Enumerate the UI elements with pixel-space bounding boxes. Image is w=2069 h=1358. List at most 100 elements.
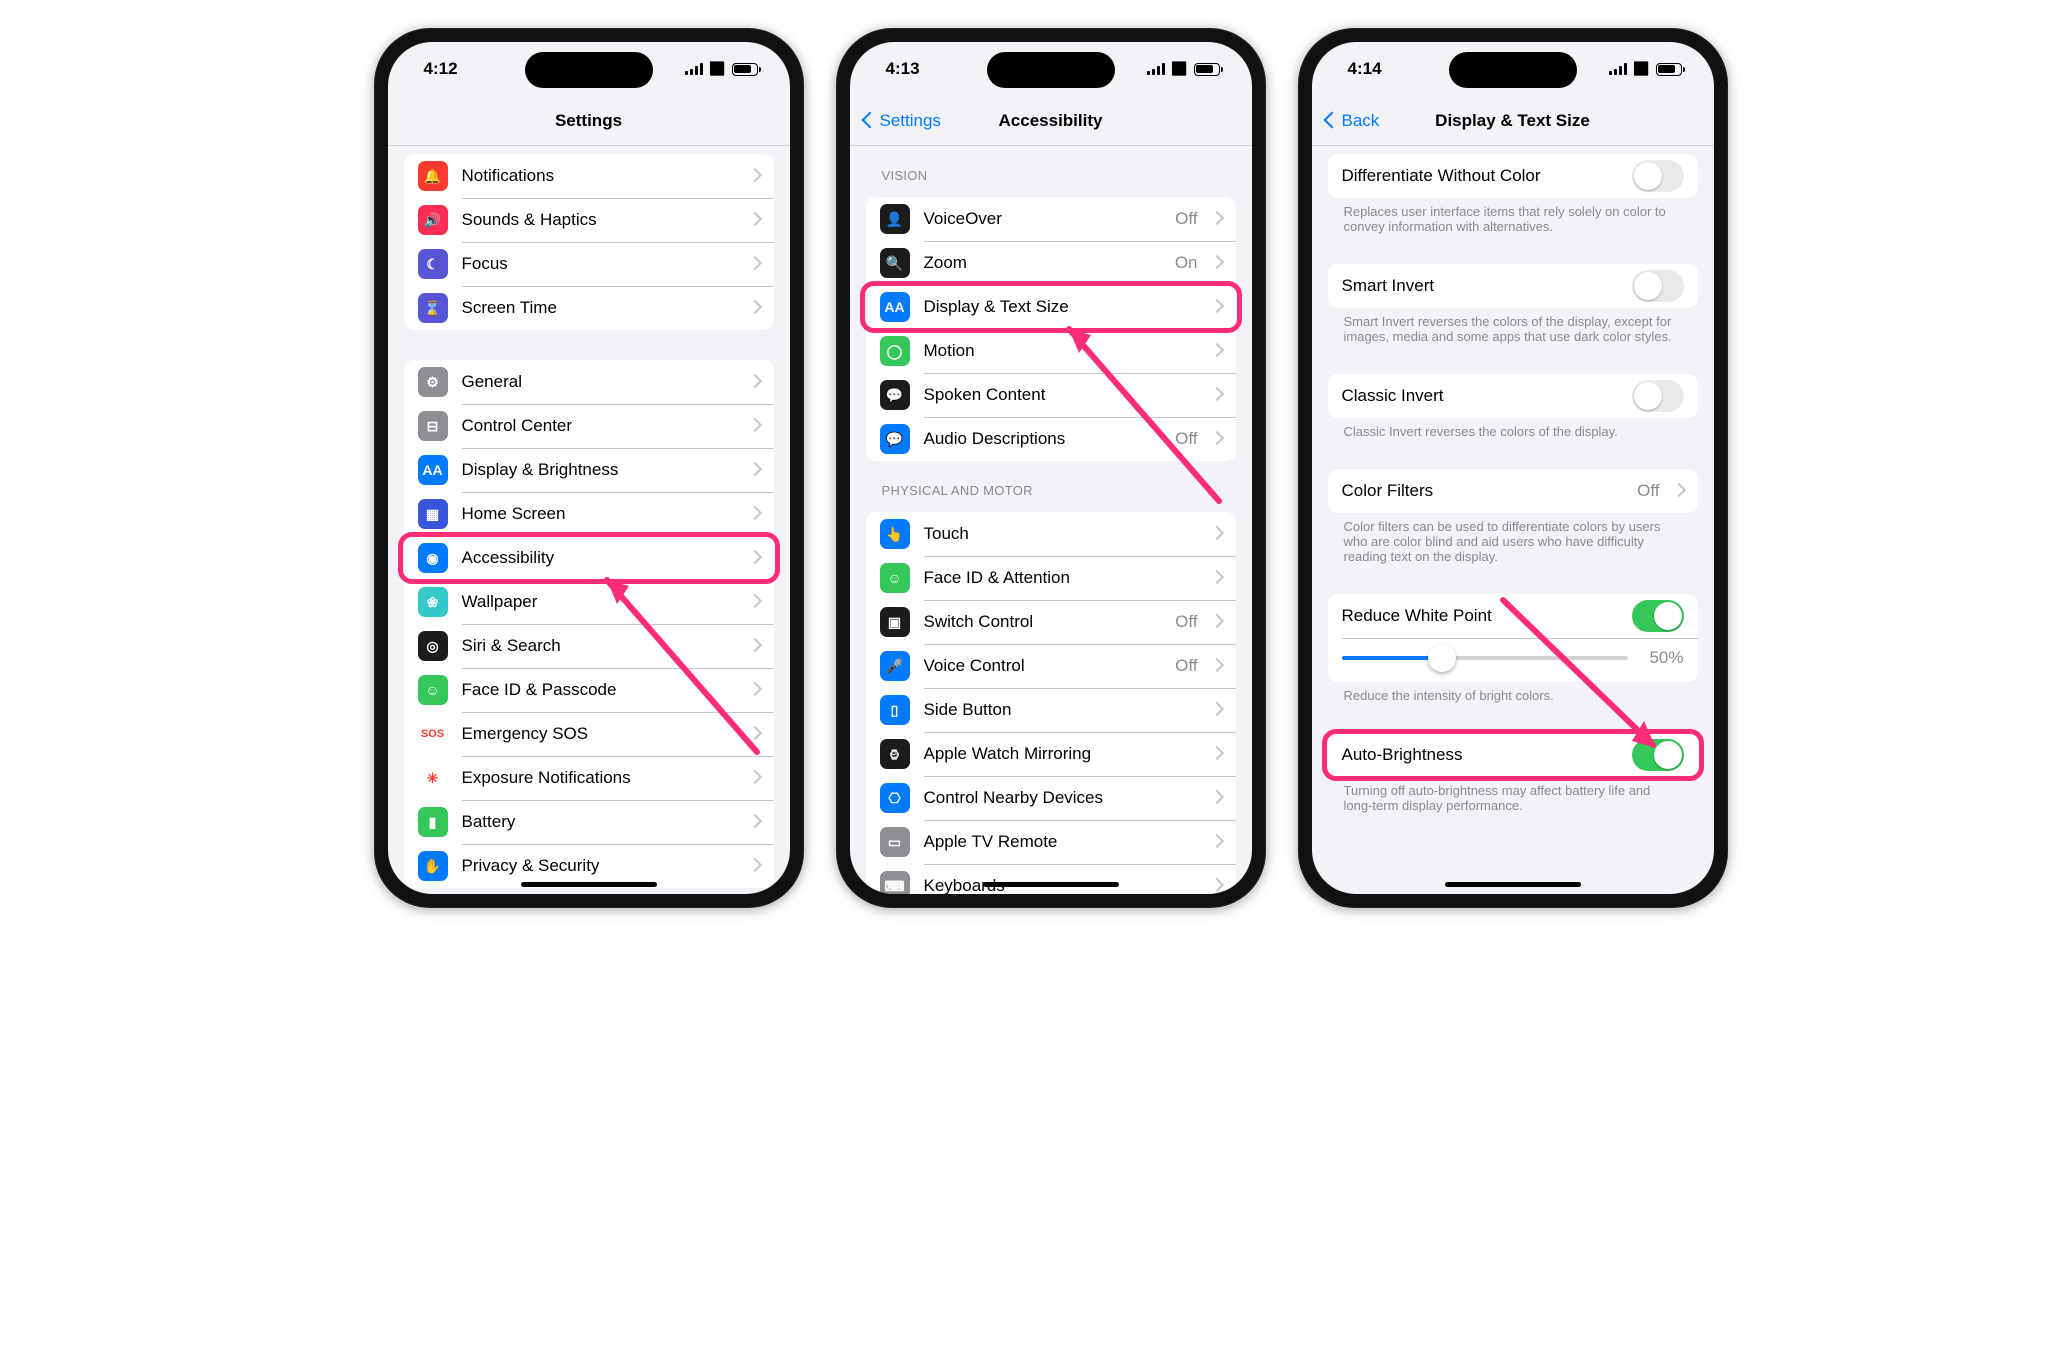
toggle-auto-brightness[interactable] [1632, 739, 1684, 771]
back-button[interactable]: Back [1320, 96, 1380, 145]
row-face-id-passcode[interactable]: ☺︎Face ID & Passcode [404, 668, 774, 712]
row-focus[interactable]: ☾ Focus [404, 242, 774, 286]
settings-group: Classic Invert [1328, 374, 1698, 418]
row-voiceover[interactable]: 👤VoiceOverOff [866, 197, 1236, 241]
row-sounds-haptics[interactable]: 🔊Sounds & Haptics [404, 198, 774, 242]
row-value: Off [1175, 429, 1197, 449]
row-notifications[interactable]: 🔔Notifications [404, 154, 774, 198]
phone-frame: 4:12📶Settings🔔Notifications🔊Sounds & Hap… [374, 28, 804, 908]
row-side-button[interactable]: ▯Side Button [866, 688, 1236, 732]
chevron-right-icon [1212, 833, 1222, 851]
row-battery[interactable]: ▮Battery [404, 800, 774, 844]
spoken-content-icon: 💬 [880, 380, 910, 410]
row-label: Audio Descriptions [924, 429, 1162, 449]
back-button[interactable]: Settings [858, 96, 941, 145]
toggle-reduce-white-point[interactable] [1632, 600, 1684, 632]
row-motion[interactable]: ◯Motion [866, 329, 1236, 373]
row-exposure-notifications[interactable]: ✳︎Exposure Notifications [404, 756, 774, 800]
row-label: Apple Watch Mirroring [924, 744, 1198, 764]
row-label: Control Center [462, 416, 736, 436]
cellular-icon [1609, 63, 1627, 75]
chevron-right-icon [1674, 482, 1684, 500]
row-label: VoiceOver [924, 209, 1162, 229]
chevron-right-icon [750, 255, 760, 273]
page-title: Settings [555, 111, 622, 131]
voice-control-icon: 🎤 [880, 651, 910, 681]
row-keyboards[interactable]: ⌨︎Keyboards [866, 864, 1236, 894]
section-footer: Replaces user interface items that rely … [1312, 198, 1714, 234]
row-wallpaper[interactable]: ❀Wallpaper [404, 580, 774, 624]
row-display-brightness[interactable]: AADisplay & Brightness [404, 448, 774, 492]
battery-icon [1194, 63, 1220, 76]
side-button-icon: ▯ [880, 695, 910, 725]
toggle-differentiate-without-color[interactable] [1632, 160, 1684, 192]
siri-icon: ◎ [418, 631, 448, 661]
row-apple-tv-remote[interactable]: ▭Apple TV Remote [866, 820, 1236, 864]
white-point-slider[interactable] [1342, 656, 1628, 660]
section-header: VISION [850, 146, 1252, 189]
row-touch[interactable]: 👆Touch [866, 512, 1236, 556]
display-text-icon: AA [880, 292, 910, 322]
chevron-left-icon [858, 111, 880, 131]
toggle-classic-invert[interactable] [1632, 380, 1684, 412]
row-emergency-sos[interactable]: SOSEmergency SOS [404, 712, 774, 756]
row-siri-search[interactable]: ◎Siri & Search [404, 624, 774, 668]
row-screen-time[interactable]: ⌛Screen Time [404, 286, 774, 330]
chevron-right-icon [750, 637, 760, 655]
row-label: Apple TV Remote [924, 832, 1198, 852]
row-voice-control[interactable]: 🎤Voice ControlOff [866, 644, 1236, 688]
row-label: Sounds & Haptics [462, 210, 736, 230]
focus-icon: ☾ [418, 249, 448, 279]
content-scroll[interactable]: VISION 👤VoiceOverOff🔍ZoomOnAADisplay & Te… [850, 146, 1252, 894]
row-classic-invert[interactable]: Classic Invert [1328, 374, 1698, 418]
row-label: Smart Invert [1342, 276, 1618, 296]
chevron-right-icon [1212, 877, 1222, 894]
chevron-right-icon [750, 211, 760, 229]
row-apple-watch-mirroring[interactable]: ⌚︎Apple Watch Mirroring [866, 732, 1236, 776]
row-smart-invert[interactable]: Smart Invert [1328, 264, 1698, 308]
row-display-text-size[interactable]: AADisplay & Text Size [866, 285, 1236, 329]
row-label: Accessibility [462, 548, 736, 568]
section-footer: Color filters can be used to differentia… [1312, 513, 1714, 564]
row-auto-brightness[interactable]: Auto-Brightness [1328, 733, 1698, 777]
content-scroll[interactable]: 🔔Notifications🔊Sounds & Haptics ☾ Focus ⌛Sc… [388, 146, 790, 894]
slider-thumb[interactable] [1428, 644, 1456, 672]
row-spoken-content[interactable]: 💬Spoken Content [866, 373, 1236, 417]
row-label: Emergency SOS [462, 724, 736, 744]
row-label: Classic Invert [1342, 386, 1618, 406]
privacy-icon: ✋ [418, 851, 448, 881]
row-zoom[interactable]: 🔍ZoomOn [866, 241, 1236, 285]
row-home-screen[interactable]: ▦Home Screen [404, 492, 774, 536]
settings-group: Smart Invert [1328, 264, 1698, 308]
chevron-right-icon [750, 373, 760, 391]
row-audio-descriptions[interactable]: 💬Audio DescriptionsOff [866, 417, 1236, 461]
row-differentiate-without-color[interactable]: Differentiate Without Color [1328, 154, 1698, 198]
row-accessibility[interactable]: ◉Accessibility [404, 536, 774, 580]
home-indicator [1445, 882, 1581, 887]
dynamic-island [525, 52, 653, 88]
section-footer: Smart Invert reverses the colors of the … [1312, 308, 1714, 344]
faceid-attn-icon: ☺︎ [880, 563, 910, 593]
content-scroll[interactable]: Differentiate Without ColorReplaces user… [1312, 146, 1714, 894]
phone-frame: 4:13📶SettingsAccessibilityVISION👤VoiceOv… [836, 28, 1266, 908]
row-control-center[interactable]: ⊟Control Center [404, 404, 774, 448]
switch-control-icon: ▣ [880, 607, 910, 637]
row-reduce-white-point[interactable]: Reduce White Point [1328, 594, 1698, 638]
chevron-right-icon [750, 417, 760, 435]
row-label: Touch [924, 524, 1198, 544]
row-color-filters[interactable]: Color FiltersOff [1328, 469, 1698, 513]
row-label: Focus [462, 254, 736, 274]
dynamic-island [1449, 52, 1577, 88]
toggle-smart-invert[interactable] [1632, 270, 1684, 302]
wifi-icon: 📶 [709, 61, 725, 77]
row-label: General [462, 372, 736, 392]
keyboards-icon: ⌨︎ [880, 871, 910, 894]
status-indicators: 📶 [685, 61, 757, 77]
row-switch-control[interactable]: ▣Switch ControlOff [866, 600, 1236, 644]
chevron-right-icon [1212, 298, 1222, 316]
row-control-nearby-devices[interactable]: ⎔Control Nearby Devices [866, 776, 1236, 820]
row-general[interactable]: ⚙︎General [404, 360, 774, 404]
row-face-id-attention[interactable]: ☺︎Face ID & Attention [866, 556, 1236, 600]
row-label: Zoom [924, 253, 1161, 273]
nearby-devices-icon: ⎔ [880, 783, 910, 813]
